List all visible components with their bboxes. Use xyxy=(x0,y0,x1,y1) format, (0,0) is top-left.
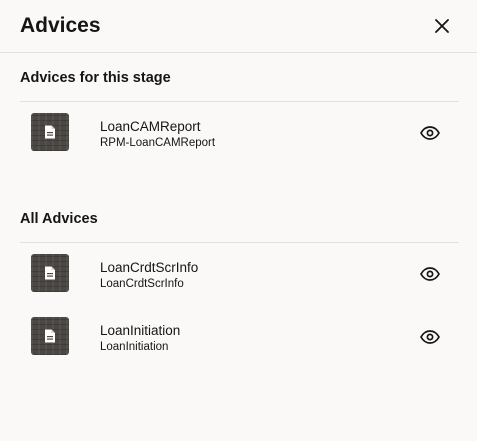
document-icon xyxy=(45,329,55,343)
eye-icon xyxy=(420,330,440,344)
advice-item-loancrdtscrinfo: LoanCrdtScrInfo LoanCrdtScrInfo xyxy=(20,254,459,302)
advice-subtitle: RPM-LoanCAMReport xyxy=(100,137,216,149)
dialog-title: Advices xyxy=(20,14,101,37)
advice-thumbnail xyxy=(31,254,69,292)
view-advice-button[interactable] xyxy=(418,327,442,347)
section-divider xyxy=(20,101,459,102)
close-icon xyxy=(435,19,449,33)
section-title-all: All Advices xyxy=(20,211,98,227)
view-advice-button[interactable] xyxy=(418,264,442,284)
advice-name: LoanInitiation xyxy=(100,323,181,338)
advice-item-loaninitiation: LoanInitiation LoanInitiation xyxy=(20,317,459,365)
advice-thumbnail xyxy=(31,317,69,355)
eye-icon xyxy=(420,126,440,140)
document-icon xyxy=(45,266,55,280)
section-divider xyxy=(20,242,459,243)
advice-subtitle: LoanCrdtScrInfo xyxy=(100,278,184,290)
document-icon xyxy=(45,125,55,139)
view-advice-button[interactable] xyxy=(418,123,442,143)
section-title-stage: Advices for this stage xyxy=(20,70,171,86)
advice-subtitle: LoanInitiation xyxy=(100,341,169,353)
close-button[interactable] xyxy=(428,12,456,40)
advices-dialog: Advices Advices for this stage LoanCAMRe… xyxy=(0,0,477,441)
advice-name: LoanCAMReport xyxy=(100,119,201,134)
dialog-header: Advices xyxy=(0,0,477,53)
eye-icon xyxy=(420,267,440,281)
advice-name: LoanCrdtScrInfo xyxy=(100,260,199,275)
advice-thumbnail xyxy=(31,113,69,151)
advice-item-loancamreport: LoanCAMReport RPM-LoanCAMReport xyxy=(20,113,459,161)
